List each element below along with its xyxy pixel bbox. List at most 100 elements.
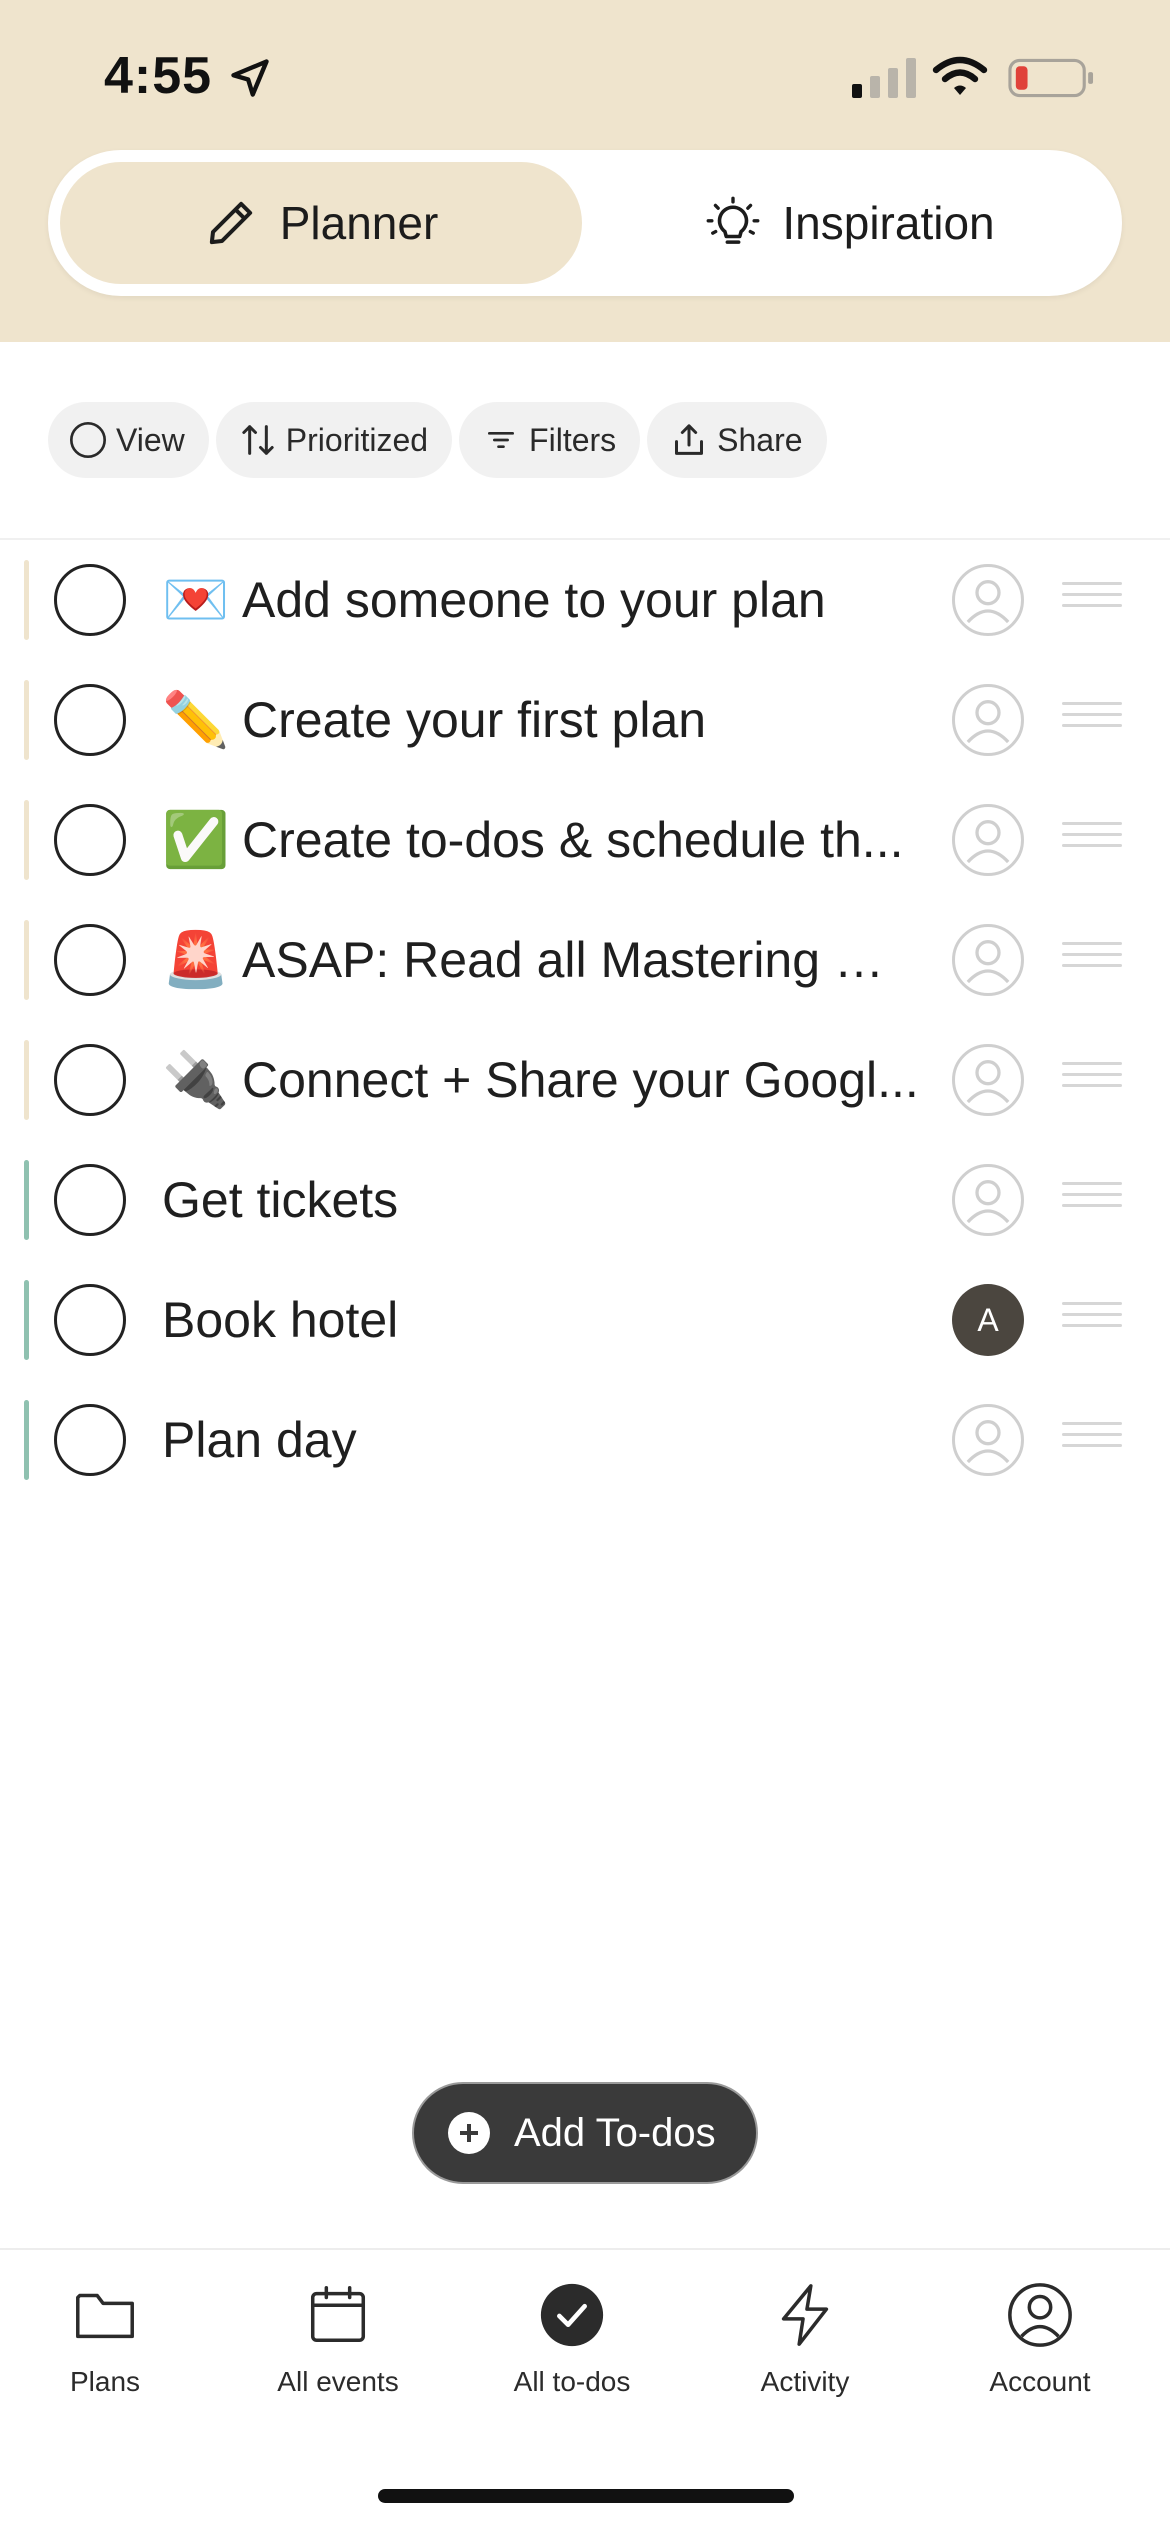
- circle-icon: [70, 422, 106, 458]
- battery-low-icon: [1008, 58, 1094, 98]
- unassigned-person-icon[interactable]: [952, 1044, 1024, 1116]
- todo-title: Create to-dos & schedule th...: [242, 812, 904, 868]
- planner-tab[interactable]: Planner: [60, 162, 582, 284]
- unassigned-person-icon[interactable]: [952, 924, 1024, 996]
- unassigned-person-icon[interactable]: [952, 1164, 1024, 1236]
- tab-all-todos[interactable]: All to-dos: [472, 2280, 672, 2398]
- view-switcher: Planner Inspiration: [48, 150, 1122, 296]
- share-button[interactable]: Share: [647, 402, 827, 478]
- share-label: Share: [717, 421, 803, 458]
- plan-color-bar: [24, 1040, 29, 1120]
- todo-title: Connect + Share your Googl...: [242, 1052, 919, 1108]
- todo-title: ASAP: Read all Mastering Ma...: [242, 932, 922, 988]
- plan-color-bar: [24, 1280, 29, 1360]
- todo-title: Book hotel: [162, 1292, 399, 1348]
- status-time: 4:55: [104, 47, 213, 105]
- todo-title: Get tickets: [162, 1172, 399, 1228]
- todo-row[interactable]: Plan day: [0, 1380, 1170, 1500]
- todo-checkbox[interactable]: [54, 564, 126, 636]
- plan-color-bar: [24, 1160, 29, 1240]
- todo-row[interactable]: Book hotel A: [0, 1260, 1170, 1380]
- drag-handle-icon[interactable]: [1062, 1302, 1122, 1338]
- tab-all-todos-label: All to-dos: [513, 2366, 631, 2397]
- filters-button[interactable]: Filters: [459, 402, 641, 478]
- todo-title: Create your first plan: [242, 692, 707, 748]
- drag-handle-icon[interactable]: [1062, 702, 1122, 738]
- drag-handle-icon[interactable]: [1062, 1062, 1122, 1098]
- plus-circle-icon: [448, 2112, 490, 2154]
- todo-row[interactable]: 🔌 Connect + Share your Googl...: [0, 1020, 1170, 1140]
- todo-title: Add someone to your plan: [242, 572, 826, 628]
- checkmark-circle-icon: [540, 2283, 604, 2347]
- drag-handle-icon[interactable]: [1062, 822, 1122, 858]
- cellular-signal-icon: [852, 58, 916, 98]
- todo-row[interactable]: 💌 Add someone to your plan: [0, 540, 1170, 660]
- folder-icon: [76, 2293, 134, 2339]
- todo-emoji: ✅: [162, 808, 230, 871]
- location-arrow-icon: [231, 59, 269, 97]
- inspiration-tab[interactable]: Inspiration: [593, 162, 1108, 284]
- todo-row[interactable]: ✏️ Create your first plan: [0, 660, 1170, 780]
- todo-emoji: 🔌: [162, 1048, 230, 1111]
- tab-activity[interactable]: Activity: [705, 2280, 905, 2398]
- assignee-avatar[interactable]: A: [952, 1284, 1024, 1356]
- tab-plans-label: Plans: [69, 2366, 141, 2397]
- unassigned-person-icon[interactable]: [952, 1404, 1024, 1476]
- header: 4:55 Planner Inspiration: [0, 0, 1170, 342]
- prioritized-label: Prioritized: [285, 421, 429, 458]
- tab-account[interactable]: Account: [940, 2280, 1140, 2398]
- todo-checkbox[interactable]: [54, 804, 126, 876]
- prioritized-sort-button[interactable]: Prioritized: [215, 402, 453, 478]
- plan-color-bar: [24, 680, 29, 760]
- status-bar: 4:55: [0, 0, 1170, 150]
- drag-handle-icon[interactable]: [1062, 582, 1122, 618]
- todo-emoji: 🚨: [162, 928, 230, 991]
- todo-checkbox[interactable]: [54, 684, 126, 756]
- tab-activity-label: Activity: [760, 2366, 850, 2397]
- todo-list: 💌 Add someone to your plan ✏️ Create your f…: [0, 540, 1170, 1500]
- account-person-icon: [1008, 2283, 1072, 2347]
- tab-all-events-label: All events: [277, 2366, 399, 2397]
- tab-account-label: Account: [989, 2366, 1091, 2397]
- todo-checkbox[interactable]: [54, 1404, 126, 1476]
- todo-checkbox[interactable]: [54, 1164, 126, 1236]
- planner-tab-label: Planner: [279, 197, 439, 249]
- todo-emoji: 💌: [162, 568, 230, 631]
- todo-title: Plan day: [162, 1412, 357, 1468]
- add-todos-label: Add To-dos: [514, 2110, 716, 2155]
- todo-checkbox[interactable]: [54, 1284, 126, 1356]
- drag-handle-icon[interactable]: [1062, 1182, 1122, 1218]
- drag-handle-icon[interactable]: [1062, 942, 1122, 978]
- sort-arrows-icon: [242, 425, 274, 455]
- unassigned-person-icon[interactable]: [952, 564, 1024, 636]
- unassigned-person-icon[interactable]: [952, 804, 1024, 876]
- share-upload-icon: [675, 424, 704, 455]
- todo-row[interactable]: 🚨 ASAP: Read all Mastering Ma...: [0, 900, 1170, 1020]
- plan-color-bar: [24, 920, 29, 1000]
- plan-color-bar: [24, 560, 29, 640]
- lightbulb-icon: [706, 196, 760, 244]
- tab-plans[interactable]: Plans: [5, 2280, 205, 2398]
- home-indicator: [378, 2489, 794, 2503]
- view-button[interactable]: View: [48, 402, 209, 478]
- tab-all-events[interactable]: All events: [238, 2280, 438, 2398]
- unassigned-person-icon[interactable]: [952, 684, 1024, 756]
- todo-row[interactable]: Get tickets: [0, 1140, 1170, 1260]
- filter-icon: [488, 432, 515, 448]
- lightning-bolt-icon: [781, 2284, 829, 2346]
- drag-handle-icon[interactable]: [1062, 1422, 1122, 1458]
- add-todos-button[interactable]: Add To-dos: [412, 2082, 758, 2184]
- todo-row[interactable]: ✅ Create to-dos & schedule th...: [0, 780, 1170, 900]
- filters-label: Filters: [529, 421, 617, 458]
- todo-checkbox[interactable]: [54, 924, 126, 996]
- calendar-icon: [310, 2286, 366, 2343]
- inspiration-tab-label: Inspiration: [782, 197, 995, 249]
- plan-color-bar: [24, 1400, 29, 1480]
- wifi-icon: [932, 56, 988, 95]
- todo-emoji: ✏️: [162, 688, 230, 751]
- plan-color-bar: [24, 800, 29, 880]
- list-toolbar: View Prioritized Filters Share: [48, 402, 827, 478]
- todo-checkbox[interactable]: [54, 1044, 126, 1116]
- view-button-label: View: [116, 421, 185, 458]
- pencil-icon: [209, 201, 252, 245]
